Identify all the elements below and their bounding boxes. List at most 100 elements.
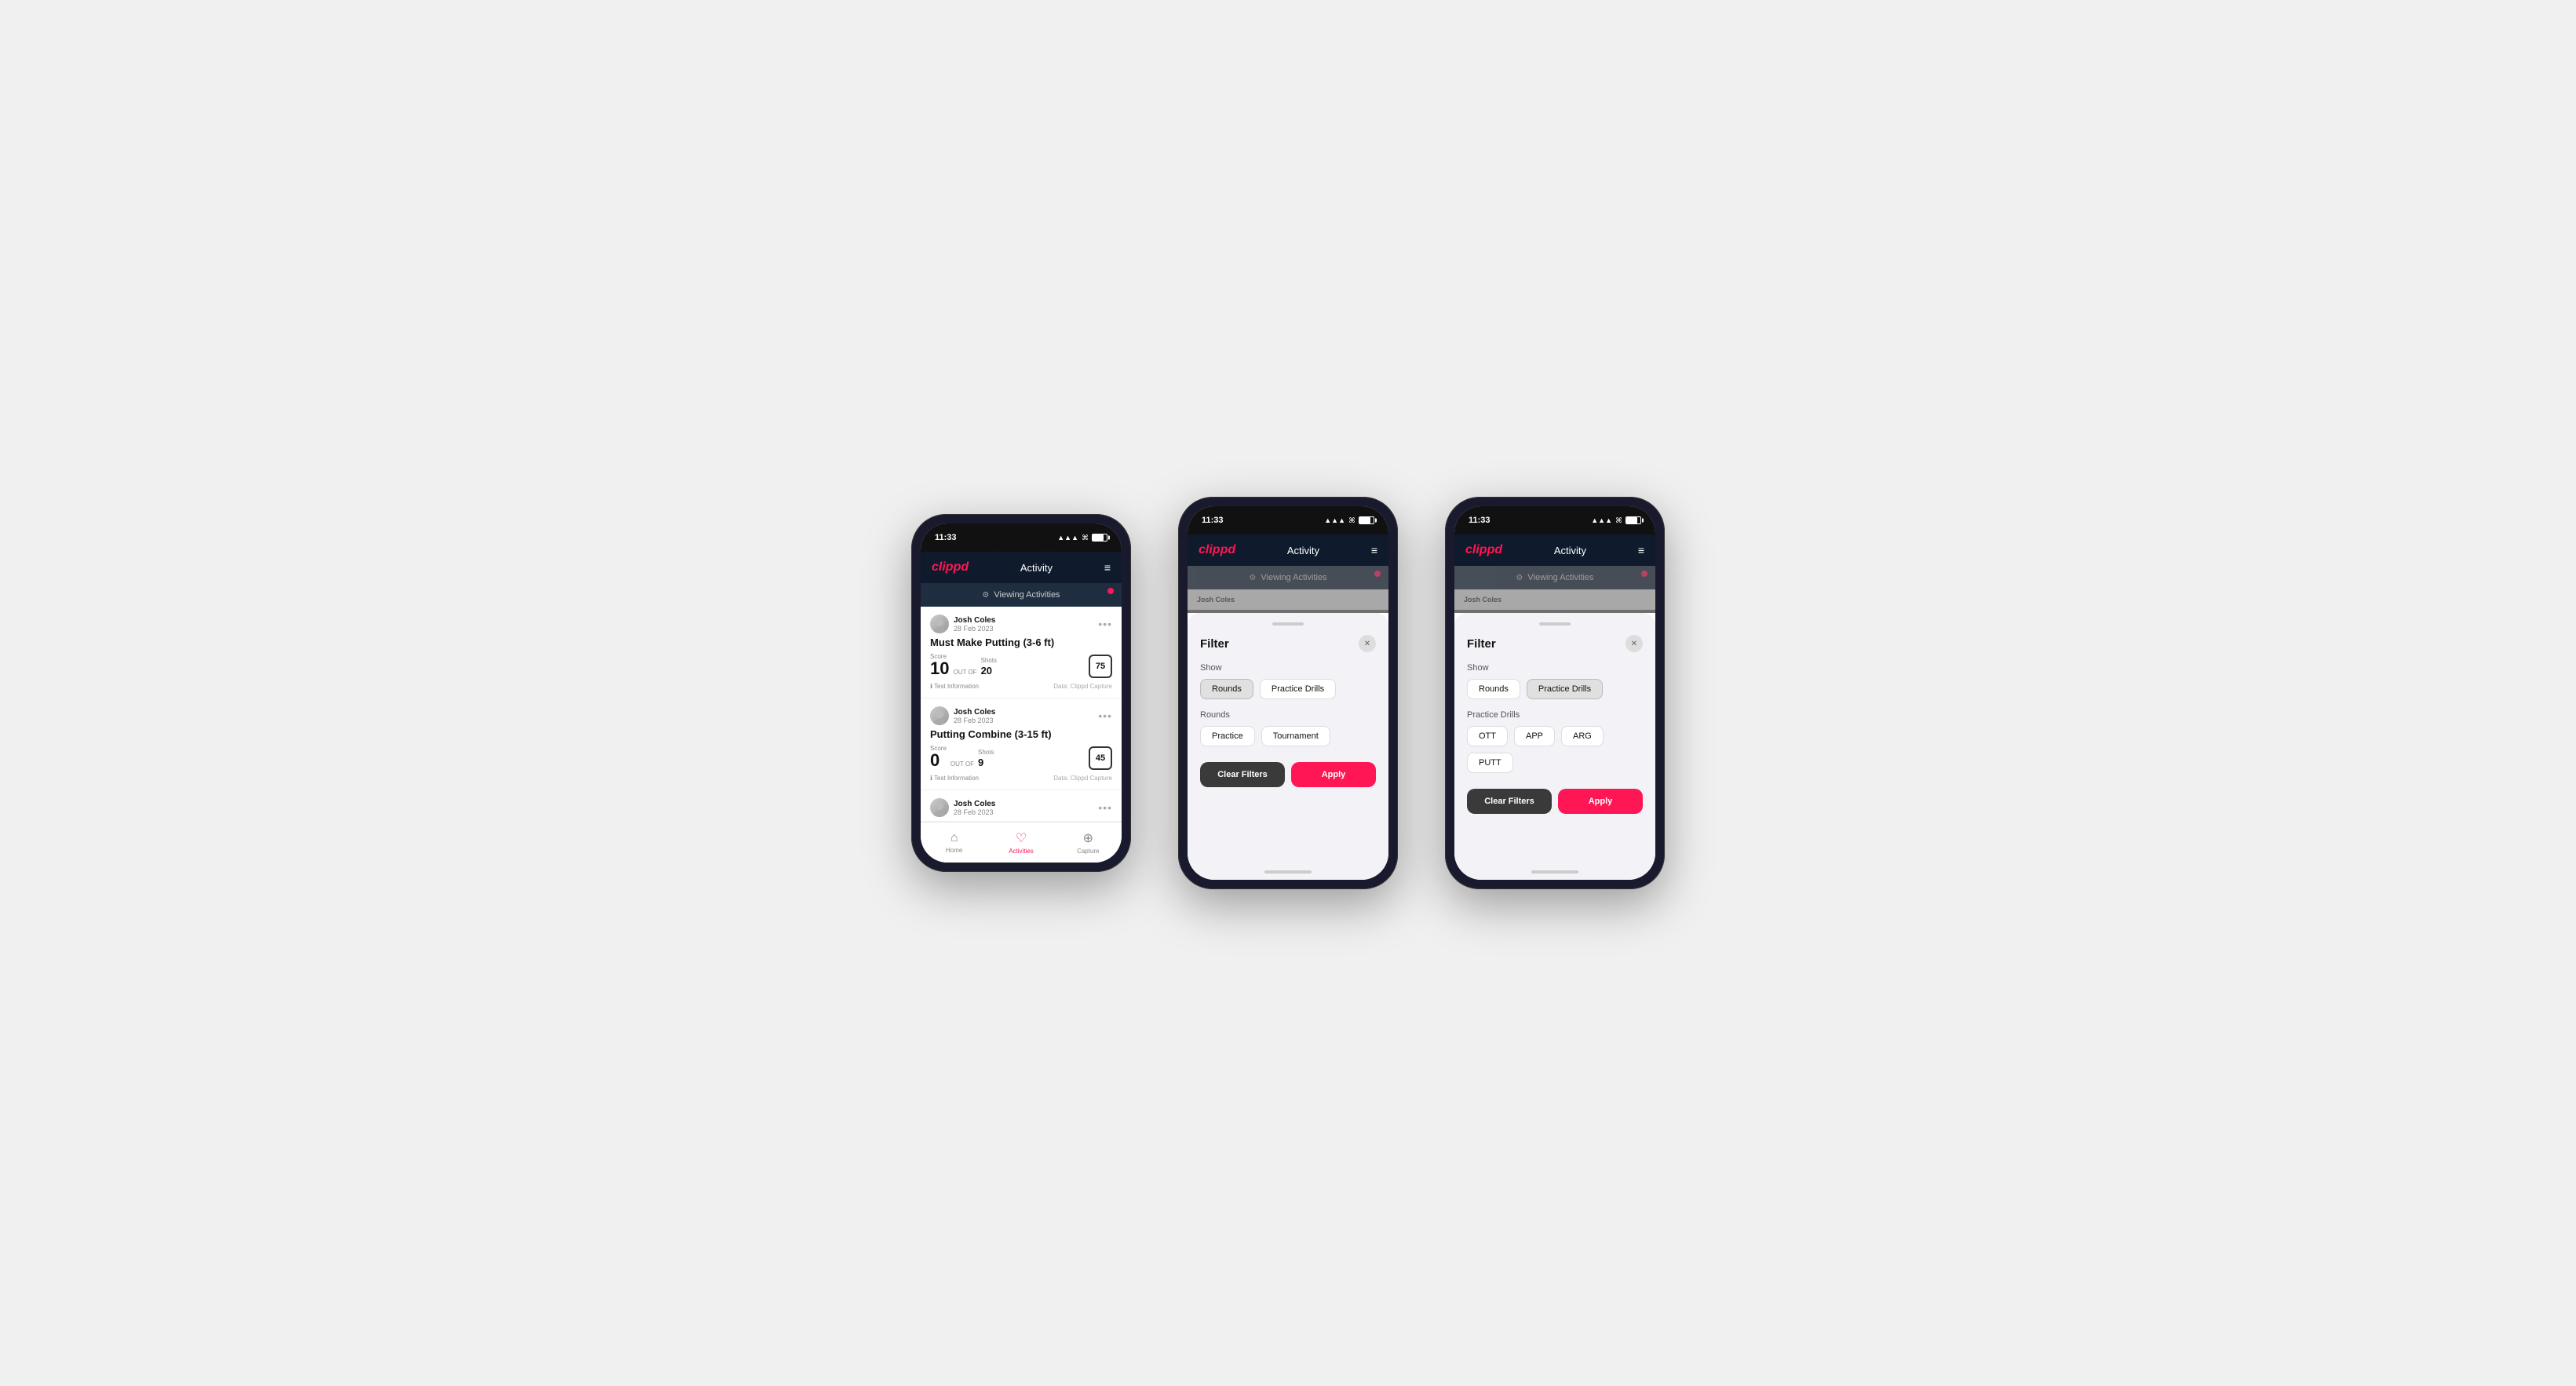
home-indicator-2 [1188,864,1388,880]
status-icons-3: ▲▲▲ ⌘ [1591,516,1641,525]
user-date-3: 28 Feb 2023 [954,808,995,816]
filter-icon-2: ⚙ [1249,574,1256,582]
phone-3-screen: 11:33 ▲▲▲ ⌘ clippd Activity ≡ ⚙ [1454,506,1655,880]
avatar-2 [930,706,949,725]
nav-capture-1[interactable]: ⊕ Capture [1055,822,1122,863]
bottom-nav-1: ⌂ Home ♡ Activities ⊕ Capture [921,822,1122,863]
close-button-2[interactable]: ✕ [1359,635,1376,652]
score-value-1: 10 [930,658,949,678]
shots-stat-2: Shots 9 [978,749,994,770]
shots-stat-1: Shots 20 [981,657,997,678]
home-bar-3 [1531,870,1578,874]
header-title-2: Activity [1287,545,1319,556]
avatar-1 [930,615,949,633]
avatar-inner-2 [930,706,949,725]
show-buttons-3: Rounds Practice Drills [1467,679,1643,699]
out-of-1: OUT OF [953,669,976,678]
nav-activities-1[interactable]: ♡ Activities [987,822,1054,863]
nav-home-1[interactable]: ⌂ Home [921,822,987,863]
practice-round-btn-2[interactable]: Practice [1200,726,1255,746]
hamburger-icon-2[interactable]: ≡ [1371,544,1377,556]
avatar-inner-3 [930,798,949,817]
putt-btn-3[interactable]: PUTT [1467,753,1513,773]
card-footer-1: ℹ Test Information Data: Clippd Capture [930,683,1112,690]
filter-actions-3: Clear Filters Apply [1467,789,1643,814]
app-header-3: clippd Activity ≡ [1454,534,1655,566]
filter-title-3: Filter [1467,637,1496,651]
more-menu-3[interactable]: ••• [1098,801,1112,814]
ott-btn-3[interactable]: OTT [1467,726,1508,746]
practice-drills-btn-3[interactable]: Practice Drills [1527,679,1603,699]
clear-filters-button-2[interactable]: Clear Filters [1200,762,1285,787]
phone-1: 11:33 ▲▲▲ ⌘ clippd Activity ≡ ⚙ View [911,514,1131,872]
practice-drills-btn-2[interactable]: Practice Drills [1260,679,1336,699]
info-link-2[interactable]: ℹ Test Information [930,775,979,782]
info-link-1[interactable]: ℹ Test Information [930,683,979,690]
avatar-body-3 [933,811,946,817]
shots-value-2: 9 [978,757,983,768]
user-date-1: 28 Feb 2023 [954,625,995,633]
viewing-bar-text-2: Viewing Activities [1261,573,1326,582]
status-time-2: 11:33 [1202,516,1224,525]
notch-3 [1520,506,1590,528]
filter-sheet-2: Filter ✕ Show Rounds Practice Drills Rou… [1188,613,1388,864]
rounds-btn-3[interactable]: Rounds [1467,679,1520,699]
phone-3: 11:33 ▲▲▲ ⌘ clippd Activity ≡ ⚙ [1445,497,1665,889]
apply-button-3[interactable]: Apply [1558,789,1643,814]
more-menu-2[interactable]: ••• [1098,709,1112,722]
notch-2 [1253,506,1323,528]
home-label-1: Home [946,847,962,854]
filter-sheet-3: Filter ✕ Show Rounds Practice Drills Pra… [1454,613,1655,864]
avatar-head-2 [936,710,943,718]
show-buttons-2: Rounds Practice Drills [1200,679,1376,699]
wifi-icon-3: ⌘ [1615,516,1622,525]
dimmed-content-2: ⚙ Viewing Activities Josh Coles [1188,566,1388,613]
logo-2: clippd [1199,543,1235,557]
battery-icon-3 [1626,516,1641,524]
user-details-1: Josh Coles 28 Feb 2023 [954,616,995,633]
capture-label-1: Capture [1077,848,1099,855]
home-bar-2 [1264,870,1312,874]
user-name-2: Josh Coles [954,708,995,717]
battery-fill-3 [1626,517,1637,523]
battery-fill-2 [1359,517,1370,523]
close-button-3[interactable]: ✕ [1626,635,1643,652]
sheet-handle-3 [1539,622,1571,626]
dimmed-card-2: Josh Coles [1188,589,1388,610]
activity-title-2: Putting Combine (3-15 ft) [930,728,1112,740]
practice-drills-buttons-3: OTT APP ARG PUTT [1467,726,1643,773]
notification-dot-2 [1374,571,1381,577]
hamburger-icon-3[interactable]: ≡ [1638,544,1644,556]
more-menu-1[interactable]: ••• [1098,618,1112,630]
rounds-btn-2[interactable]: Rounds [1200,679,1253,699]
notification-dot-3 [1641,571,1647,577]
notch-1 [986,523,1056,545]
capture-icon-1: ⊕ [1083,830,1093,846]
shots-value-1: 20 [981,665,992,677]
activity-title-1: Must Make Putting (3-6 ft) [930,636,1112,648]
status-time-3: 11:33 [1469,516,1491,525]
phone-2-screen: 11:33 ▲▲▲ ⌘ clippd Activity ≡ ⚙ [1188,506,1388,880]
clear-filters-button-3[interactable]: Clear Filters [1467,789,1552,814]
apply-button-2[interactable]: Apply [1291,762,1376,787]
status-icons-2: ▲▲▲ ⌘ [1324,516,1374,525]
sheet-header-2: Filter ✕ [1200,635,1376,652]
show-label-3: Show [1467,663,1643,673]
arg-btn-3[interactable]: ARG [1561,726,1604,746]
tournament-btn-2[interactable]: Tournament [1261,726,1330,746]
app-header-2: clippd Activity ≡ [1188,534,1388,566]
status-bar-3: 11:33 ▲▲▲ ⌘ [1454,506,1655,534]
user-details-2: Josh Coles 28 Feb 2023 [954,708,995,724]
activity-feed-1: Josh Coles 28 Feb 2023 ••• Must Make Put… [921,607,1122,822]
battery-fill-1 [1093,534,1104,541]
status-bar-1: 11:33 ▲▲▲ ⌘ [921,523,1122,552]
viewing-bar-1[interactable]: ⚙ Viewing Activities [921,583,1122,607]
app-btn-3[interactable]: APP [1514,726,1555,746]
data-source-1: Data: Clippd Capture [1053,683,1112,690]
viewing-bar-text-3: Viewing Activities [1527,573,1593,582]
user-details-3: Josh Coles 28 Feb 2023 [954,800,995,816]
status-icons-1: ▲▲▲ ⌘ [1057,534,1107,542]
user-name-3: Josh Coles [954,800,995,808]
hamburger-icon-1[interactable]: ≡ [1104,561,1111,574]
user-info-1: Josh Coles 28 Feb 2023 [930,615,995,633]
